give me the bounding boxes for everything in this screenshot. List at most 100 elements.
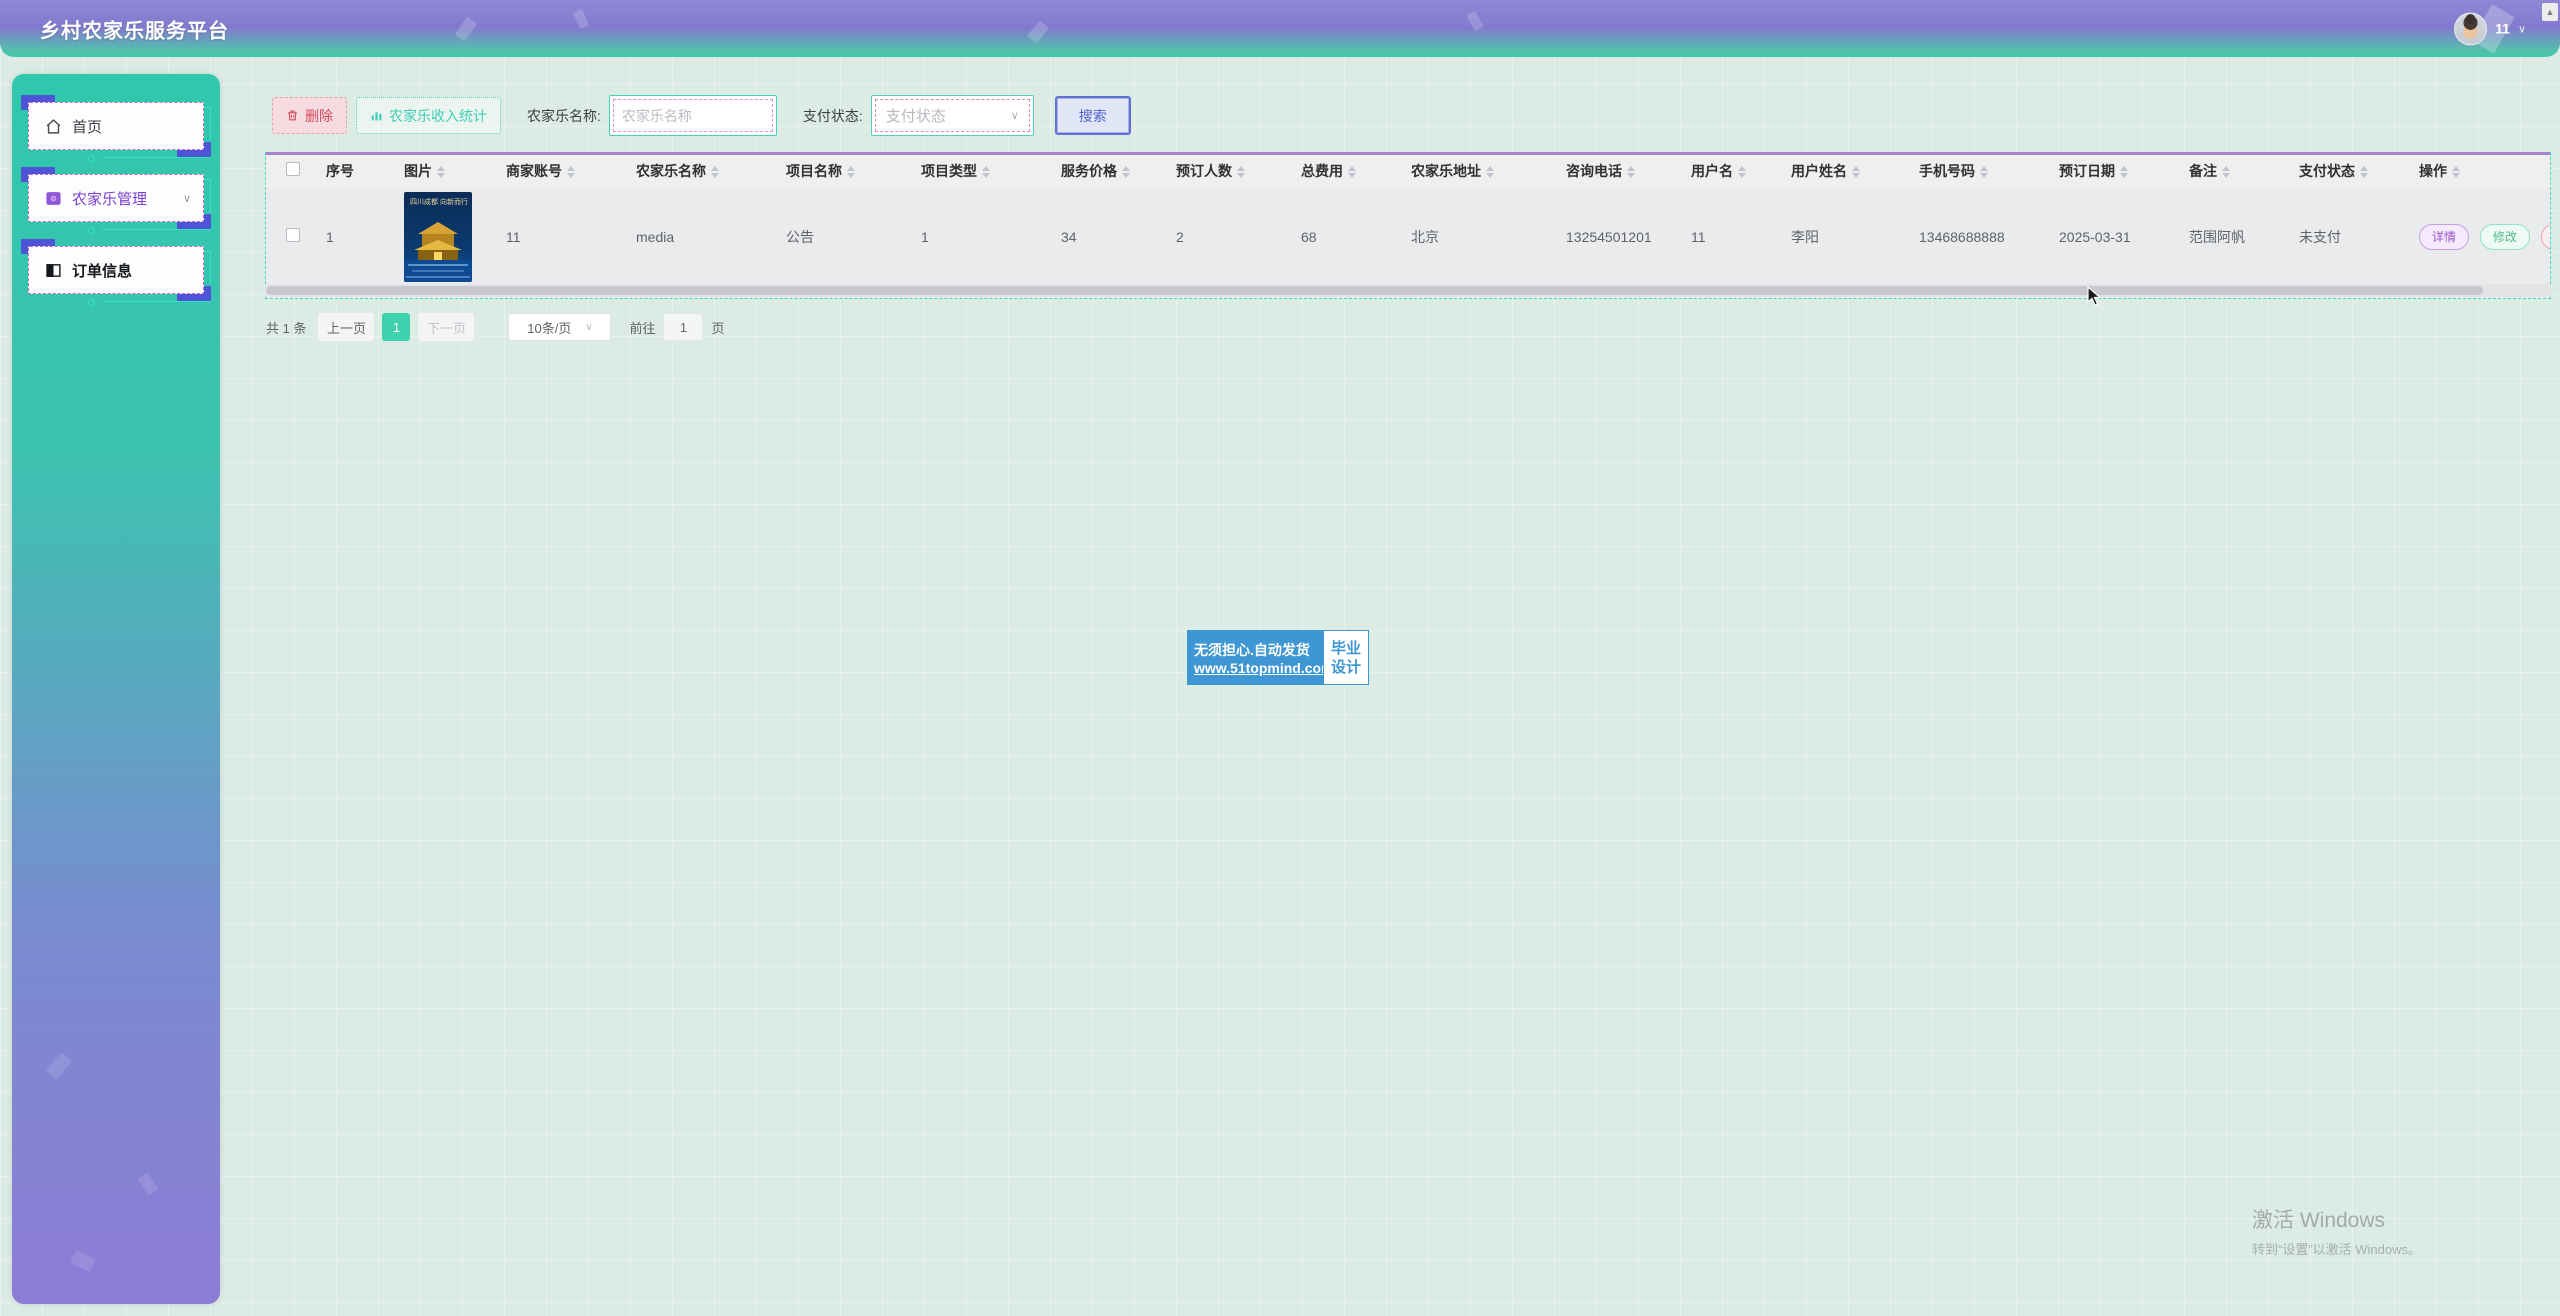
sidebar-item-home[interactable]: 首页 [21, 95, 211, 162]
row-delete-button[interactable]: 删除 [2540, 223, 2550, 250]
watermark-badge: 毕业 设计 [1323, 630, 1369, 685]
cell-realname: 李阳 [1779, 186, 1907, 287]
mouse-cursor [2087, 285, 2105, 311]
cell-pay-status: 未支付 [2287, 186, 2407, 287]
select-all-checkbox[interactable] [286, 162, 300, 177]
column-header[interactable]: 支付状态 [2287, 152, 2407, 187]
goto-page-input[interactable] [663, 313, 704, 341]
current-page-button[interactable]: 1 [382, 313, 411, 341]
cell-booking-people: 2 [1164, 186, 1289, 287]
cell-username: 11 [1679, 186, 1779, 287]
sort-icon[interactable] [1122, 166, 1130, 179]
cell-remark: 范围阿帆 [2177, 186, 2287, 287]
watermark-slogan: 无须担心.自动发货 [1194, 642, 1310, 658]
sort-icon[interactable] [1348, 166, 1356, 179]
cell-actions: 详情 修改 删除 [2407, 186, 2550, 287]
table-row[interactable]: 1 四川成都 向新而行 11 media 公告 1 34 2 68 北京 132… [266, 186, 2550, 287]
sort-icon[interactable] [437, 166, 445, 179]
sort-icon[interactable] [1852, 166, 1860, 179]
sort-icon[interactable] [711, 166, 719, 179]
watermark-blue-box: 无须担心.自动发货 www.51topmind.com [1187, 630, 1334, 685]
windows-activation-title: 激活 Windows [2252, 1209, 2386, 1232]
dot-decoration [87, 155, 95, 162]
sort-icon[interactable] [2120, 166, 2128, 179]
row-checkbox[interactable] [286, 228, 300, 242]
pay-status-label: 支付状态: [802, 107, 863, 124]
svg-text:四川成都 向新而行: 四川成都 向新而行 [410, 197, 468, 206]
column-header[interactable]: 用户姓名 [1779, 152, 1907, 187]
column-header[interactable]: 用户名 [1679, 152, 1779, 187]
sidebar: 首页 农家乐管理 ∨ 订单信息 [12, 74, 220, 1304]
column-header[interactable]: 预订日期 [2047, 152, 2177, 187]
bar-chart-icon [370, 109, 383, 122]
user-avatar[interactable] [2454, 12, 2488, 45]
sort-icon[interactable] [1237, 166, 1245, 179]
column-header[interactable]: 农家乐名称 [624, 152, 774, 187]
detail-button[interactable]: 详情 [2419, 223, 2470, 250]
sidebar-item-order-info[interactable]: 订单信息 [21, 239, 211, 306]
table-header-row: 序号 图片 商家账号 农家乐名称 项目名称 项目类型 服务价格 预订人数 总费用… [266, 152, 2550, 187]
cell-service-price: 34 [1049, 186, 1164, 287]
sidebar-item-label: 订单信息 [72, 262, 133, 280]
sidebar-item-label: 农家乐管理 [72, 190, 148, 208]
sort-icon[interactable] [1980, 166, 1988, 179]
scrollbar-up-arrow[interactable]: ▲ [2542, 3, 2558, 21]
column-header[interactable]: 备注 [2177, 152, 2287, 187]
cell-booking-date: 2025-03-31 [2047, 186, 2177, 287]
confetti-decoration [454, 16, 478, 42]
scrollbar-thumb[interactable] [266, 286, 2484, 295]
search-button[interactable]: 搜索 [1054, 96, 1131, 135]
chevron-down-icon: ∨ [182, 192, 191, 205]
farm-name-input[interactable] [612, 99, 773, 132]
confetti-decoration [70, 1250, 96, 1272]
prev-page-button[interactable]: 上一页 [318, 313, 375, 341]
vendor-watermark: 无须担心.自动发货 www.51topmind.com 毕业 设计 [1187, 630, 1369, 685]
horizontal-scrollbar[interactable] [265, 284, 2551, 297]
edit-button[interactable]: 修改 [2479, 223, 2530, 250]
column-header[interactable]: 服务价格 [1049, 152, 1164, 187]
sort-icon[interactable] [982, 166, 990, 179]
column-header[interactable]: 操作 [2407, 152, 2550, 187]
goto-label: 前往 [629, 320, 656, 336]
cell-project-name: 公告 [774, 186, 909, 287]
app-root: 乡村农家乐服务平台 11 ∨ ▲ 首页 农家乐管理 ∨ 订单信息 删除 农家乐收… [0, 0, 2560, 1316]
chevron-down-icon: ∨ [2517, 23, 2526, 35]
sort-icon[interactable] [2360, 166, 2368, 179]
orders-table-container: 序号 图片 商家账号 农家乐名称 项目名称 项目类型 服务价格 预订人数 总费用… [265, 152, 2551, 299]
column-header[interactable]: 图片 [392, 152, 494, 187]
sort-icon[interactable] [847, 166, 855, 179]
sort-icon[interactable] [2452, 166, 2460, 179]
column-header[interactable]: 手机号码 [1907, 152, 2047, 187]
column-header[interactable]: 商家账号 [494, 152, 624, 187]
toolbar: 删除 农家乐收入统计 农家乐名称: 支付状态: 支付状态 ∨ 搜索 [272, 95, 1131, 136]
column-header[interactable]: 预订人数 [1164, 152, 1289, 187]
pay-status-placeholder: 支付状态 [885, 108, 946, 125]
watermark-url[interactable]: www.51topmind.com [1194, 660, 1334, 676]
pay-status-select[interactable]: 支付状态 ∨ [870, 95, 1034, 136]
user-menu[interactable]: 11 ∨ [2454, 12, 2526, 45]
column-header[interactable]: 项目名称 [774, 152, 909, 187]
sort-icon[interactable] [1486, 166, 1494, 179]
cell-total-cost: 68 [1289, 186, 1399, 287]
income-stats-button[interactable]: 农家乐收入统计 [356, 97, 501, 134]
column-header[interactable]: 总费用 [1289, 152, 1399, 187]
column-header[interactable]: 农家乐地址 [1399, 152, 1554, 187]
column-header[interactable]: 项目类型 [909, 152, 1049, 187]
pagination: 共 1 条 上一页 1 下一页 10条/页 ∨ 前往 页 [266, 313, 725, 341]
cell-mobile: 13468688888 [1907, 186, 2047, 287]
sort-icon[interactable] [1738, 166, 1746, 179]
delete-button[interactable]: 删除 [272, 97, 347, 134]
page-size-select[interactable]: 10条/页 ∨ [508, 313, 612, 341]
sort-icon[interactable] [567, 166, 575, 179]
sort-icon[interactable] [2222, 166, 2230, 179]
sort-icon[interactable] [1627, 166, 1635, 179]
order-icon [45, 262, 62, 279]
app-header: 乡村农家乐服务平台 11 ∨ [0, 0, 2560, 57]
cell-image: 四川成都 向新而行 [392, 186, 494, 287]
sidebar-item-farmhouse-management[interactable]: 农家乐管理 ∨ [21, 167, 211, 234]
user-name: 11 [2495, 20, 2510, 37]
next-page-button[interactable]: 下一页 [418, 313, 475, 341]
column-header[interactable]: 咨询电话 [1554, 152, 1679, 187]
cell-no: 1 [314, 186, 392, 287]
farmhouse-photo[interactable]: 四川成都 向新而行 [404, 191, 472, 282]
